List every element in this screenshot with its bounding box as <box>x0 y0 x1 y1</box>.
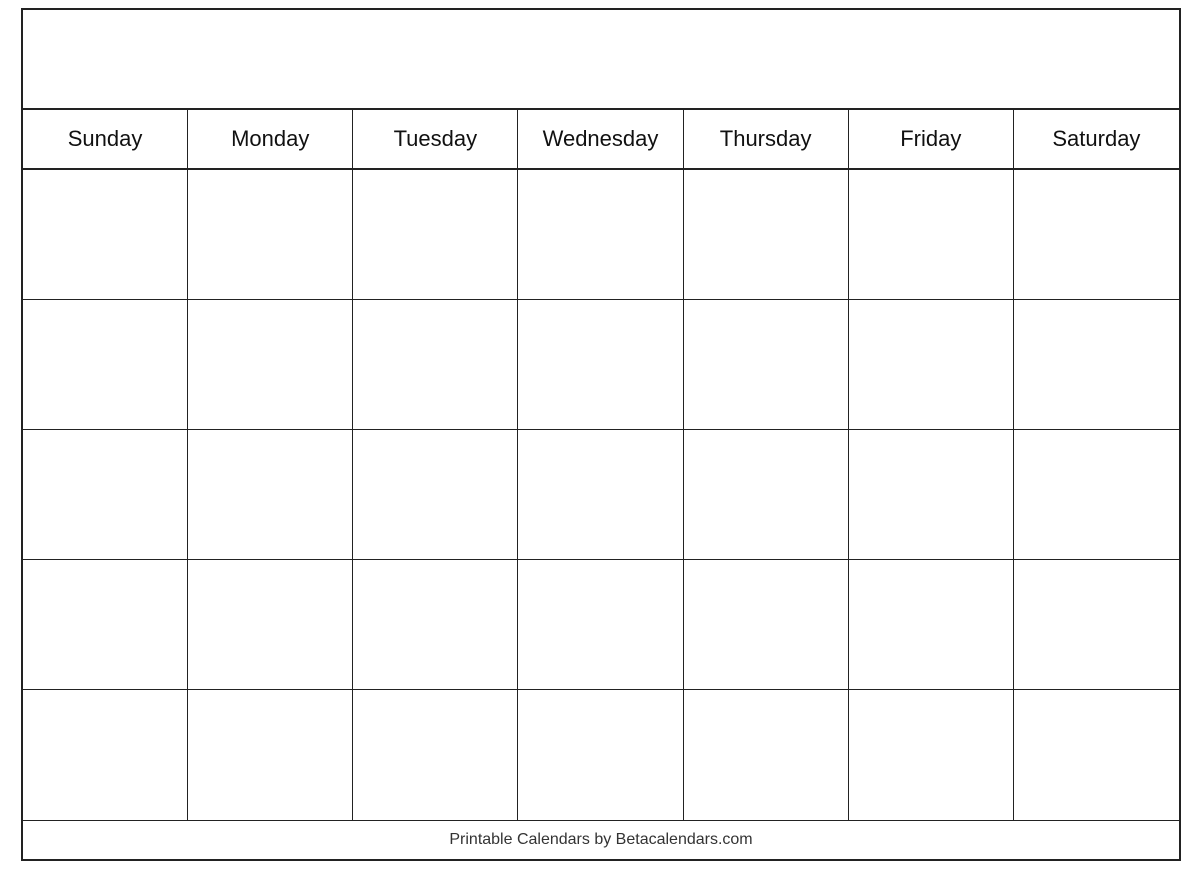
cell-row4-wed[interactable] <box>518 560 683 689</box>
calendar-row-5 <box>23 690 1179 820</box>
cell-row2-fri[interactable] <box>849 300 1014 429</box>
cell-row5-thu[interactable] <box>684 690 849 820</box>
header-friday: Friday <box>849 110 1014 168</box>
header-sunday: Sunday <box>23 110 188 168</box>
cell-row5-tue[interactable] <box>353 690 518 820</box>
cell-row4-fri[interactable] <box>849 560 1014 689</box>
cell-row5-wed[interactable] <box>518 690 683 820</box>
cell-row2-thu[interactable] <box>684 300 849 429</box>
calendar-row-4 <box>23 560 1179 690</box>
cell-row3-mon[interactable] <box>188 430 353 559</box>
cell-row1-mon[interactable] <box>188 170 353 299</box>
cell-row1-sun[interactable] <box>23 170 188 299</box>
cell-row3-sat[interactable] <box>1014 430 1179 559</box>
calendar-title-area <box>23 10 1179 110</box>
header-thursday: Thursday <box>684 110 849 168</box>
cell-row4-sun[interactable] <box>23 560 188 689</box>
cell-row1-thu[interactable] <box>684 170 849 299</box>
cell-row1-wed[interactable] <box>518 170 683 299</box>
calendar-row-3 <box>23 430 1179 560</box>
header-wednesday: Wednesday <box>518 110 683 168</box>
cell-row5-mon[interactable] <box>188 690 353 820</box>
calendar-body <box>23 170 1179 820</box>
cell-row3-tue[interactable] <box>353 430 518 559</box>
header-tuesday: Tuesday <box>353 110 518 168</box>
cell-row3-wed[interactable] <box>518 430 683 559</box>
calendar-header: Sunday Monday Tuesday Wednesday Thursday… <box>23 110 1179 170</box>
cell-row5-fri[interactable] <box>849 690 1014 820</box>
calendar-footer: Printable Calendars by Betacalendars.com <box>23 820 1179 859</box>
cell-row3-thu[interactable] <box>684 430 849 559</box>
cell-row4-mon[interactable] <box>188 560 353 689</box>
cell-row2-sun[interactable] <box>23 300 188 429</box>
cell-row5-sat[interactable] <box>1014 690 1179 820</box>
calendar-row-1 <box>23 170 1179 300</box>
cell-row5-sun[interactable] <box>23 690 188 820</box>
cell-row4-sat[interactable] <box>1014 560 1179 689</box>
cell-row2-wed[interactable] <box>518 300 683 429</box>
cell-row2-tue[interactable] <box>353 300 518 429</box>
cell-row3-sun[interactable] <box>23 430 188 559</box>
cell-row1-fri[interactable] <box>849 170 1014 299</box>
cell-row1-tue[interactable] <box>353 170 518 299</box>
calendar-container: Sunday Monday Tuesday Wednesday Thursday… <box>21 8 1181 861</box>
cell-row3-fri[interactable] <box>849 430 1014 559</box>
cell-row4-tue[interactable] <box>353 560 518 689</box>
cell-row2-sat[interactable] <box>1014 300 1179 429</box>
cell-row4-thu[interactable] <box>684 560 849 689</box>
calendar-row-2 <box>23 300 1179 430</box>
cell-row2-mon[interactable] <box>188 300 353 429</box>
header-monday: Monday <box>188 110 353 168</box>
cell-row1-sat[interactable] <box>1014 170 1179 299</box>
header-saturday: Saturday <box>1014 110 1179 168</box>
